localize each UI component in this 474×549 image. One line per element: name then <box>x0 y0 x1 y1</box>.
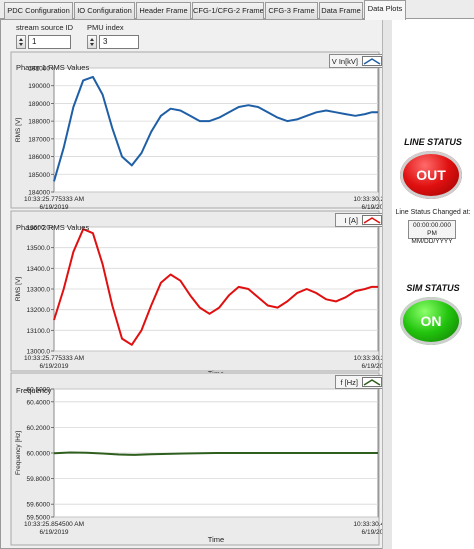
chart1-ytick-label: 185000 <box>28 172 50 179</box>
stream-source-control[interactable]: 1 <box>16 35 71 49</box>
tab-cfg1-cfg2-frame[interactable]: CFG-1/CFG-2 Frame <box>192 2 264 19</box>
pmu-index-input[interactable]: 3 <box>99 35 139 49</box>
chart2-ytick-label: 13100.0 <box>27 328 51 335</box>
chart3-ytick-label: 60.2000 <box>27 425 51 432</box>
chart1-ytick-label: 189000 <box>28 101 50 108</box>
tab-bar: PDC Configuration IO Configuration Heade… <box>0 0 474 20</box>
sim-status-indicator: ON <box>400 297 462 345</box>
chart1-ytick-label: 186000 <box>28 154 50 161</box>
sim-status-title: SIM STATUS <box>406 283 460 293</box>
chart1-plot-area <box>53 67 379 193</box>
stream-source-input[interactable]: 1 <box>28 35 71 49</box>
line-status-indicator: OUT <box>400 151 462 199</box>
chart2-xstart-date: 6/19/2019 <box>40 363 69 370</box>
chart3-ytick-label: 59.6000 <box>27 502 51 509</box>
chart3-legend-swatch <box>362 377 382 387</box>
chart2-ylabel: RMS [V] <box>15 277 22 301</box>
chart2-ytick-label: 13300.0 <box>27 287 51 294</box>
chart3-title: Frequency <box>16 386 52 395</box>
chart1-legend[interactable]: V In[kV] <box>329 54 385 68</box>
stream-source-spinner[interactable] <box>16 35 26 49</box>
chart3-xlabel: Time <box>208 535 224 544</box>
chart3-ytick-label: 60.0000 <box>27 451 51 458</box>
pmu-index-spinner[interactable] <box>87 35 97 49</box>
chart3-legend[interactable]: f [Hz] <box>335 375 385 389</box>
charts-area: 1910001900001890001880001870001860001850… <box>10 51 393 546</box>
sim-status-value: ON <box>420 313 442 329</box>
stream-source-label: stream source ID <box>16 23 74 32</box>
line-status-value: OUT <box>416 167 446 183</box>
chart3-ytick-label: 59.8000 <box>27 476 51 483</box>
chart3-xstart-time: 10:33:25.854500 AM <box>24 521 84 528</box>
chart2-ytick-label: 13500.0 <box>27 245 51 252</box>
chart2-legend-label: I [A] <box>344 215 358 225</box>
chart3-legend-label: f [Hz] <box>340 377 358 387</box>
chart2-ytick-label: 13400.0 <box>27 266 51 273</box>
line-status-title: LINE STATUS <box>404 137 462 147</box>
tab-header-frame[interactable]: Header Frame <box>136 2 191 19</box>
chart3-ytick-label: 60.4000 <box>27 399 51 406</box>
chart1-legend-label: V In[kV] <box>331 56 358 66</box>
chart2-legend-swatch <box>362 215 382 225</box>
chart1-ytick-label: 188000 <box>28 119 50 126</box>
chart1-ylabel: RMS [V] <box>15 118 22 142</box>
chart1-legend-swatch <box>362 56 382 66</box>
line-status-changed-box: 00:00:00.000 PM MM/DD/YYYY <box>408 220 456 245</box>
pmu-index-label: PMU index <box>87 23 124 32</box>
chart2-ytick-label: 13200.0 <box>27 307 51 314</box>
tab-data-plots[interactable]: Data Plots <box>364 0 406 20</box>
data-plots-panel: 191000 190000 189000 188000 187000 186000 1850… <box>0 19 393 549</box>
line-status-changed-time: 00:00:00.000 PM <box>413 222 451 237</box>
chart2-legend[interactable]: I [A] <box>335 213 385 227</box>
chart3-xstart-date: 6/19/2019 <box>40 529 69 536</box>
pmu-index-control[interactable]: 3 <box>87 35 139 49</box>
chart1-title: Phasor 1 RMS Values <box>16 63 90 72</box>
line-status-changed-label: Line Status Changed at: <box>395 209 471 216</box>
tab-data-frame[interactable]: Data Frame <box>319 2 363 19</box>
tab-io-configuration[interactable]: IO Configuration <box>74 2 135 19</box>
chart1-ytick-label: 190000 <box>28 83 50 90</box>
chart2-title: Phasor 2 RMS Values <box>16 223 90 232</box>
chart3-ylabel: Frequency [Hz] <box>15 431 22 475</box>
tab-pdc-configuration[interactable]: PDC Configuration <box>4 2 73 19</box>
chart1-xstart-time: 10:33:25.775333 AM <box>24 196 84 203</box>
status-area: LINE STATUS OUT Line Status Changed at: … <box>392 19 474 549</box>
chart1-ytick-label: 187000 <box>28 136 50 143</box>
chart2-xstart-time: 10:33:25.775333 AM <box>24 355 84 362</box>
chart1-xstart-date: 6/19/2019 <box>40 204 69 211</box>
line-status-changed-date: MM/DD/YYYY <box>411 238 453 245</box>
tab-cfg3-frame[interactable]: CFG-3 Frame <box>265 2 318 19</box>
